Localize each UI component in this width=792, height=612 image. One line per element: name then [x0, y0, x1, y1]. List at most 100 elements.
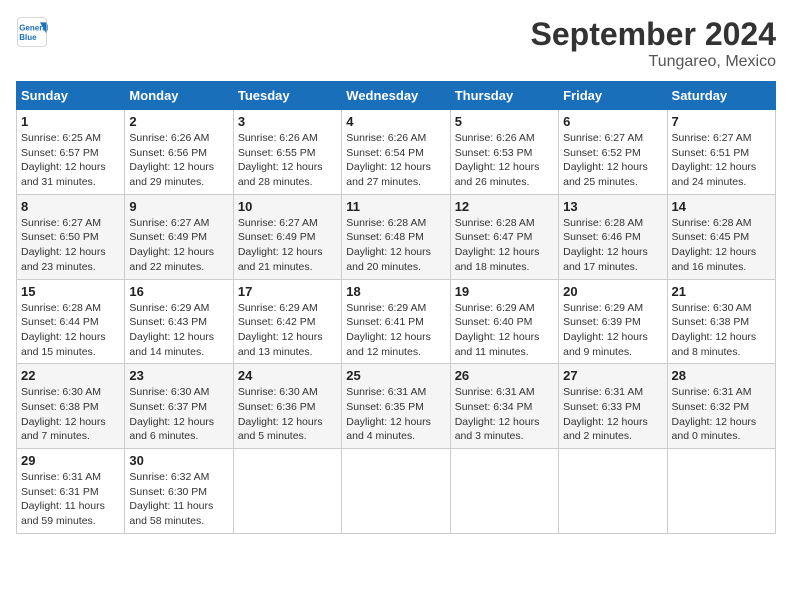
day-info: Sunrise: 6:30 AMSunset: 6:38 PMDaylight:… — [21, 385, 120, 444]
day-number: 4 — [346, 114, 445, 129]
svg-text:Blue: Blue — [19, 33, 37, 42]
calendar-cell: 27 Sunrise: 6:31 AMSunset: 6:33 PMDayligh… — [559, 364, 667, 449]
calendar-cell: 16 Sunrise: 6:29 AMSunset: 6:43 PMDayligh… — [125, 279, 233, 364]
day-info: Sunrise: 6:28 AMSunset: 6:45 PMDaylight:… — [672, 216, 771, 275]
calendar-week-row: 1 Sunrise: 6:25 AMSunset: 6:57 PMDaylight… — [17, 110, 776, 195]
day-info: Sunrise: 6:28 AMSunset: 6:48 PMDaylight:… — [346, 216, 445, 275]
calendar-week-row: 15Sunrise: 6:28 AMSunset: 6:44 PMDayligh… — [17, 279, 776, 364]
weekday-header: Friday — [559, 82, 667, 110]
day-info: Sunrise: 6:25 AMSunset: 6:57 PMDaylight:… — [21, 131, 120, 190]
calendar-cell — [233, 449, 341, 534]
calendar-cell: 30 Sunrise: 6:32 AMSunset: 6:30 PMDayligh… — [125, 449, 233, 534]
calendar-cell: 4 Sunrise: 6:26 AMSunset: 6:54 PMDaylight… — [342, 110, 450, 195]
day-number: 16 — [129, 284, 228, 299]
weekday-header: Tuesday — [233, 82, 341, 110]
calendar-week-row: 22 Sunrise: 6:30 AMSunset: 6:38 PMDayligh… — [17, 364, 776, 449]
calendar-cell: 14 Sunrise: 6:28 AMSunset: 6:45 PMDayligh… — [667, 194, 775, 279]
calendar-cell — [559, 449, 667, 534]
day-number: 20 — [563, 284, 662, 299]
day-info: Sunrise: 6:31 AMSunset: 6:31 PMDaylight:… — [21, 470, 120, 529]
day-info: Sunrise: 6:29 AMSunset: 6:42 PMDaylight:… — [238, 301, 337, 360]
day-info: Sunrise: 6:32 AMSunset: 6:30 PMDaylight:… — [129, 470, 228, 529]
calendar-cell: 9 Sunrise: 6:27 AMSunset: 6:49 PMDaylight… — [125, 194, 233, 279]
day-info: Sunrise: 6:27 AMSunset: 6:50 PMDaylight:… — [21, 216, 120, 275]
day-number: 24 — [238, 368, 337, 383]
day-number: 22 — [21, 368, 120, 383]
calendar-cell: 5 Sunrise: 6:26 AMSunset: 6:53 PMDaylight… — [450, 110, 558, 195]
calendar-cell — [450, 449, 558, 534]
calendar-cell: 20 Sunrise: 6:29 AMSunset: 6:39 PMDayligh… — [559, 279, 667, 364]
calendar-cell: 8 Sunrise: 6:27 AMSunset: 6:50 PMDaylight… — [17, 194, 125, 279]
day-info: Sunrise: 6:26 AMSunset: 6:56 PMDaylight:… — [129, 131, 228, 190]
weekday-header: Wednesday — [342, 82, 450, 110]
calendar-cell — [667, 449, 775, 534]
calendar-cell — [342, 449, 450, 534]
day-number: 21 — [672, 284, 771, 299]
day-info: Sunrise: 6:28 AMSunset: 6:46 PMDaylight:… — [563, 216, 662, 275]
day-info: Sunrise: 6:27 AMSunset: 6:51 PMDaylight:… — [672, 131, 771, 190]
day-number: 5 — [455, 114, 554, 129]
day-number: 2 — [129, 114, 228, 129]
day-info: Sunrise: 6:26 AMSunset: 6:53 PMDaylight:… — [455, 131, 554, 190]
day-info: Sunrise: 6:26 AMSunset: 6:55 PMDaylight:… — [238, 131, 337, 190]
calendar-cell: 1 Sunrise: 6:25 AMSunset: 6:57 PMDaylight… — [17, 110, 125, 195]
day-number: 27 — [563, 368, 662, 383]
day-info: Sunrise: 6:27 AMSunset: 6:49 PMDaylight:… — [129, 216, 228, 275]
day-info: Sunrise: 6:31 AMSunset: 6:32 PMDaylight:… — [672, 385, 771, 444]
calendar-cell: 28 Sunrise: 6:31 AMSunset: 6:32 PMDayligh… — [667, 364, 775, 449]
weekday-header: Saturday — [667, 82, 775, 110]
day-info: Sunrise: 6:30 AMSunset: 6:37 PMDaylight:… — [129, 385, 228, 444]
calendar-cell: 11 Sunrise: 6:28 AMSunset: 6:48 PMDayligh… — [342, 194, 450, 279]
day-number: 8 — [21, 199, 120, 214]
day-info: Sunrise: 6:30 AMSunset: 6:36 PMDaylight:… — [238, 385, 337, 444]
calendar-cell: 15Sunrise: 6:28 AMSunset: 6:44 PMDayligh… — [17, 279, 125, 364]
day-number: 1 — [21, 114, 120, 129]
day-info: Sunrise: 6:28 AMSunset: 6:44 PMDaylight:… — [21, 301, 120, 360]
day-number: 18 — [346, 284, 445, 299]
calendar-cell: 13 Sunrise: 6:28 AMSunset: 6:46 PMDayligh… — [559, 194, 667, 279]
day-info: Sunrise: 6:29 AMSunset: 6:39 PMDaylight:… — [563, 301, 662, 360]
day-number: 13 — [563, 199, 662, 214]
day-number: 17 — [238, 284, 337, 299]
day-info: Sunrise: 6:26 AMSunset: 6:54 PMDaylight:… — [346, 131, 445, 190]
day-number: 30 — [129, 453, 228, 468]
day-info: Sunrise: 6:29 AMSunset: 6:43 PMDaylight:… — [129, 301, 228, 360]
calendar-cell: 6 Sunrise: 6:27 AMSunset: 6:52 PMDaylight… — [559, 110, 667, 195]
calendar-cell: 7Sunrise: 6:27 AMSunset: 6:51 PMDaylight… — [667, 110, 775, 195]
day-info: Sunrise: 6:27 AMSunset: 6:52 PMDaylight:… — [563, 131, 662, 190]
day-number: 6 — [563, 114, 662, 129]
day-number: 9 — [129, 199, 228, 214]
logo: General Blue — [16, 16, 48, 48]
calendar-cell: 10Sunrise: 6:27 AMSunset: 6:49 PMDayligh… — [233, 194, 341, 279]
title-area: September 2024 Tungareo, Mexico — [531, 16, 776, 71]
calendar-cell: 24 Sunrise: 6:30 AMSunset: 6:36 PMDayligh… — [233, 364, 341, 449]
day-number: 23 — [129, 368, 228, 383]
day-number: 28 — [672, 368, 771, 383]
calendar-cell: 26Sunrise: 6:31 AMSunset: 6:34 PMDayligh… — [450, 364, 558, 449]
calendar-cell: 19Sunrise: 6:29 AMSunset: 6:40 PMDayligh… — [450, 279, 558, 364]
day-info: Sunrise: 6:31 AMSunset: 6:33 PMDaylight:… — [563, 385, 662, 444]
calendar-cell: 21Sunrise: 6:30 AMSunset: 6:38 PMDayligh… — [667, 279, 775, 364]
calendar-cell: 23 Sunrise: 6:30 AMSunset: 6:37 PMDayligh… — [125, 364, 233, 449]
calendar-week-row: 29 Sunrise: 6:31 AMSunset: 6:31 PMDayligh… — [17, 449, 776, 534]
calendar-cell: 12 Sunrise: 6:28 AMSunset: 6:47 PMDayligh… — [450, 194, 558, 279]
day-number: 26 — [455, 368, 554, 383]
calendar-cell: 17 Sunrise: 6:29 AMSunset: 6:42 PMDayligh… — [233, 279, 341, 364]
weekday-header: Sunday — [17, 82, 125, 110]
day-number: 11 — [346, 199, 445, 214]
day-number: 14 — [672, 199, 771, 214]
calendar-table: SundayMondayTuesdayWednesdayThursdayFrid… — [16, 81, 776, 534]
location-title: Tungareo, Mexico — [531, 53, 776, 71]
calendar-cell: 25Sunrise: 6:31 AMSunset: 6:35 PMDayligh… — [342, 364, 450, 449]
day-number: 12 — [455, 199, 554, 214]
day-number: 19 — [455, 284, 554, 299]
day-info: Sunrise: 6:28 AMSunset: 6:47 PMDaylight:… — [455, 216, 554, 275]
day-number: 29 — [21, 453, 120, 468]
day-info: Sunrise: 6:29 AMSunset: 6:41 PMDaylight:… — [346, 301, 445, 360]
calendar-cell: 3 Sunrise: 6:26 AMSunset: 6:55 PMDaylight… — [233, 110, 341, 195]
day-number: 10 — [238, 199, 337, 214]
day-info: Sunrise: 6:31 AMSunset: 6:35 PMDaylight:… — [346, 385, 445, 444]
calendar-cell: 2 Sunrise: 6:26 AMSunset: 6:56 PMDaylight… — [125, 110, 233, 195]
month-title: September 2024 — [531, 16, 776, 53]
day-number: 3 — [238, 114, 337, 129]
